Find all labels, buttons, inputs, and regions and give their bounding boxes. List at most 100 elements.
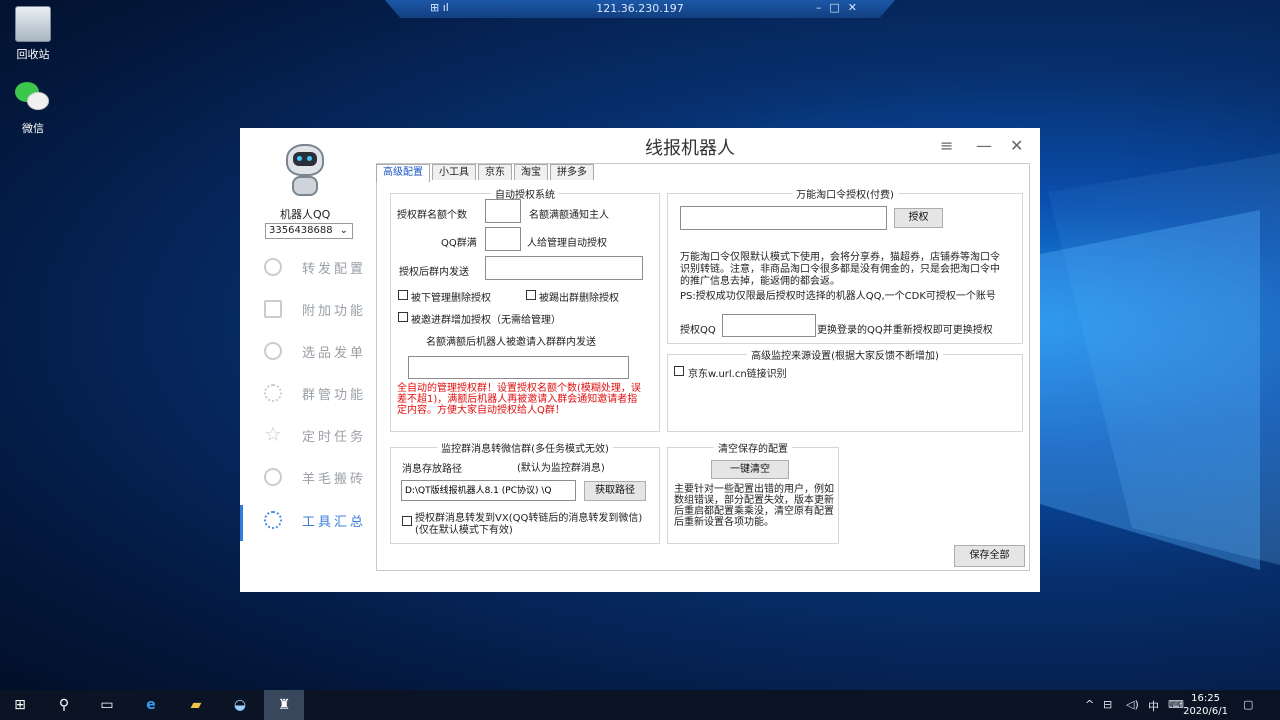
notify-owner-label: 名额满额通知主人: [529, 210, 609, 221]
minimize-icon[interactable]: —: [976, 136, 992, 155]
auth-qq-input[interactable]: [722, 314, 816, 337]
robot-qq-select[interactable]: 3356438688 ⌄: [265, 223, 353, 239]
kicked-group-label: 被踢出群删除授权: [539, 293, 619, 304]
admin-auto-label: 人给管理自动授权: [527, 238, 607, 249]
nav-item-deals[interactable]: 羊毛搬砖: [240, 456, 376, 498]
qq-group-full-label: QQ群满: [441, 238, 477, 249]
group-full-count-input[interactable]: [485, 227, 521, 251]
path-input[interactable]: D:\QT版线报机器人8.1 (PC协议) \Q: [401, 480, 576, 501]
invited-label: 被邀进群增加授权（无需给管理）: [411, 315, 561, 326]
wechat-desktop-icon[interactable]: 微信: [1, 80, 65, 136]
clear-all-button[interactable]: 一键清空: [711, 460, 789, 479]
nav-item-label: 定时任务: [302, 429, 367, 445]
token-input[interactable]: [680, 206, 887, 230]
notification-icon[interactable]: ▢: [1243, 698, 1253, 711]
nav-item-extra-features[interactable]: 附加功能: [240, 288, 376, 330]
desktop-icon-label: 回收站: [16, 48, 50, 61]
save-all-button[interactable]: 保存全部: [954, 545, 1025, 567]
tab-jd[interactable]: 京东: [478, 164, 512, 180]
network-icon[interactable]: ⊟: [1103, 698, 1112, 711]
forward-checkbox[interactable]: [402, 516, 412, 526]
path-label: 消息存放路径: [402, 464, 462, 475]
star-icon: ☆: [264, 422, 282, 446]
gear-icon: [264, 511, 282, 529]
volume-icon[interactable]: ◁): [1126, 698, 1139, 711]
forward-legend: 监控群消息转微信群(多任务模式无效): [441, 444, 609, 455]
nav-item-scheduled-tasks[interactable]: ☆ 定时任务: [240, 414, 376, 456]
send-after-input[interactable]: [485, 256, 643, 280]
monitor-source-legend: 高级监控来源设置(根据大家反馈不断增加): [751, 351, 939, 362]
full-invite-input[interactable]: [408, 356, 629, 379]
nav-item-product-publish[interactable]: 选品发单: [240, 330, 376, 372]
app-window: 线报机器人 ≡ — ✕ 机器人QQ 3356438688 ⌄ 转发配置 附加功能…: [240, 128, 1040, 592]
tab-pinduoduo[interactable]: 拼多多: [550, 164, 594, 180]
desktop-icon-label: 微信: [22, 122, 44, 135]
menu-icon[interactable]: ≡: [940, 136, 953, 155]
token-ps-note: PS:授权成功仅限最后授权时选择的机器人QQ,一个CDK可授权一个账号: [680, 291, 996, 302]
nav-item-label: 选品发单: [302, 345, 367, 361]
token-auth-legend: 万能淘口令授权(付费): [796, 190, 894, 201]
recycle-bin-icon: [15, 6, 51, 42]
change-auth-hint: 更换登录的QQ并重新授权即可更换授权: [817, 325, 993, 336]
chevron-down-icon: ⌄: [339, 225, 348, 236]
gear-icon: [264, 384, 282, 402]
chat-icon: [264, 342, 282, 360]
nav-item-forward-config[interactable]: 转发配置: [240, 246, 376, 288]
jd-link-checkbox[interactable]: [674, 366, 684, 376]
jd-link-label: 京东w.url.cn链接识别: [688, 369, 787, 380]
remote-connection-bar[interactable]: ⊞ ıl 121.36.230.197 –□✕: [385, 0, 895, 18]
kicked-group-checkbox[interactable]: [526, 290, 536, 300]
tab-small-tools[interactable]: 小工具: [432, 164, 476, 180]
document-icon: [264, 300, 282, 318]
app-title: 线报机器人: [645, 138, 735, 159]
clock-date: 2020/6/1: [1183, 706, 1228, 717]
send-after-label: 授权后群内发送: [399, 267, 469, 278]
nav-item-label: 附加功能: [302, 303, 367, 319]
taskbar: ⊞ ⚲ ▭ e ▰ ◒ ♜ ^ ⊟ ◁) 中 ⌨ 16:25 2020/6/1 …: [0, 690, 1280, 720]
remote-window-controls[interactable]: –□✕: [816, 1, 865, 14]
robot-name-label: 机器人QQ: [280, 208, 331, 221]
clear-config-legend: 清空保存的配置: [718, 444, 788, 455]
nav-item-label: 羊毛搬砖: [302, 471, 367, 487]
search-icon[interactable]: ⚲: [53, 694, 75, 716]
monitor-source-group: 高级监控来源设置(根据大家反馈不断增加): [667, 347, 1023, 432]
authorize-button[interactable]: 授权: [894, 208, 943, 228]
task-view-icon[interactable]: ▭: [96, 694, 118, 716]
get-path-button[interactable]: 获取路径: [584, 481, 646, 501]
chat-icon: [264, 258, 282, 276]
default-path-hint: (默认为监控群消息): [517, 463, 605, 474]
file-explorer-icon[interactable]: ▰: [185, 694, 207, 716]
group-count-label: 授权群名额个数: [397, 210, 467, 221]
keyboard-icon[interactable]: ⌨: [1168, 698, 1184, 711]
group-count-input[interactable]: [485, 199, 521, 223]
nav-item-tools[interactable]: 工具汇总: [240, 499, 376, 541]
nav-item-label: 群管功能: [302, 387, 367, 403]
recycle-bin-desktop-icon[interactable]: 回收站: [1, 6, 65, 62]
app-cat-icon[interactable]: ◒: [229, 694, 251, 716]
wechat-icon: [15, 80, 51, 116]
nav-item-label: 转发配置: [302, 261, 367, 277]
windows-start-icon[interactable]: ⊞: [9, 694, 31, 716]
chat-icon: [264, 468, 282, 486]
robot-qq-value: 3356438688: [269, 225, 333, 236]
robot-app-taskbar-icon[interactable]: ♜: [264, 690, 304, 720]
invited-checkbox[interactable]: [398, 312, 408, 322]
kick-admin-label: 被下管理删除授权: [411, 293, 491, 304]
token-description: 万能淘口令仅限默认模式下使用，会将分享券，猫超券，店铺券等淘口令识别转链。注意，…: [680, 252, 1000, 287]
tab-advanced-config[interactable]: 高级配置: [376, 164, 430, 182]
edge-browser-icon[interactable]: e: [140, 694, 162, 716]
nav-item-group-management[interactable]: 群管功能: [240, 372, 376, 414]
kick-admin-checkbox[interactable]: [398, 290, 408, 300]
nav-item-label: 工具汇总: [302, 514, 367, 530]
clock-time: 16:25: [1191, 693, 1220, 704]
chevron-up-icon[interactable]: ^: [1085, 698, 1094, 711]
auth-red-note: 全自动的管理授权群！设置授权名额个数(模糊处理，误差不超1)，满额后机器人再被邀…: [397, 383, 641, 416]
tab-bar: 高级配置 小工具 京东 淘宝 拼多多: [376, 164, 596, 182]
clear-config-description: 主要针对一些配置出错的用户，例如数组错误，部分配置失效，版本更新后重启都配置乘乘…: [674, 484, 834, 528]
full-invite-label: 名额满额后机器人被邀请入群群内发送: [426, 337, 596, 348]
close-icon[interactable]: ✕: [1010, 136, 1023, 155]
tab-taobao[interactable]: 淘宝: [514, 164, 548, 180]
robot-avatar: [278, 142, 336, 200]
input-method-indicator[interactable]: 中: [1148, 698, 1159, 714]
taskbar-clock[interactable]: 16:25 2020/6/1: [1183, 692, 1228, 718]
